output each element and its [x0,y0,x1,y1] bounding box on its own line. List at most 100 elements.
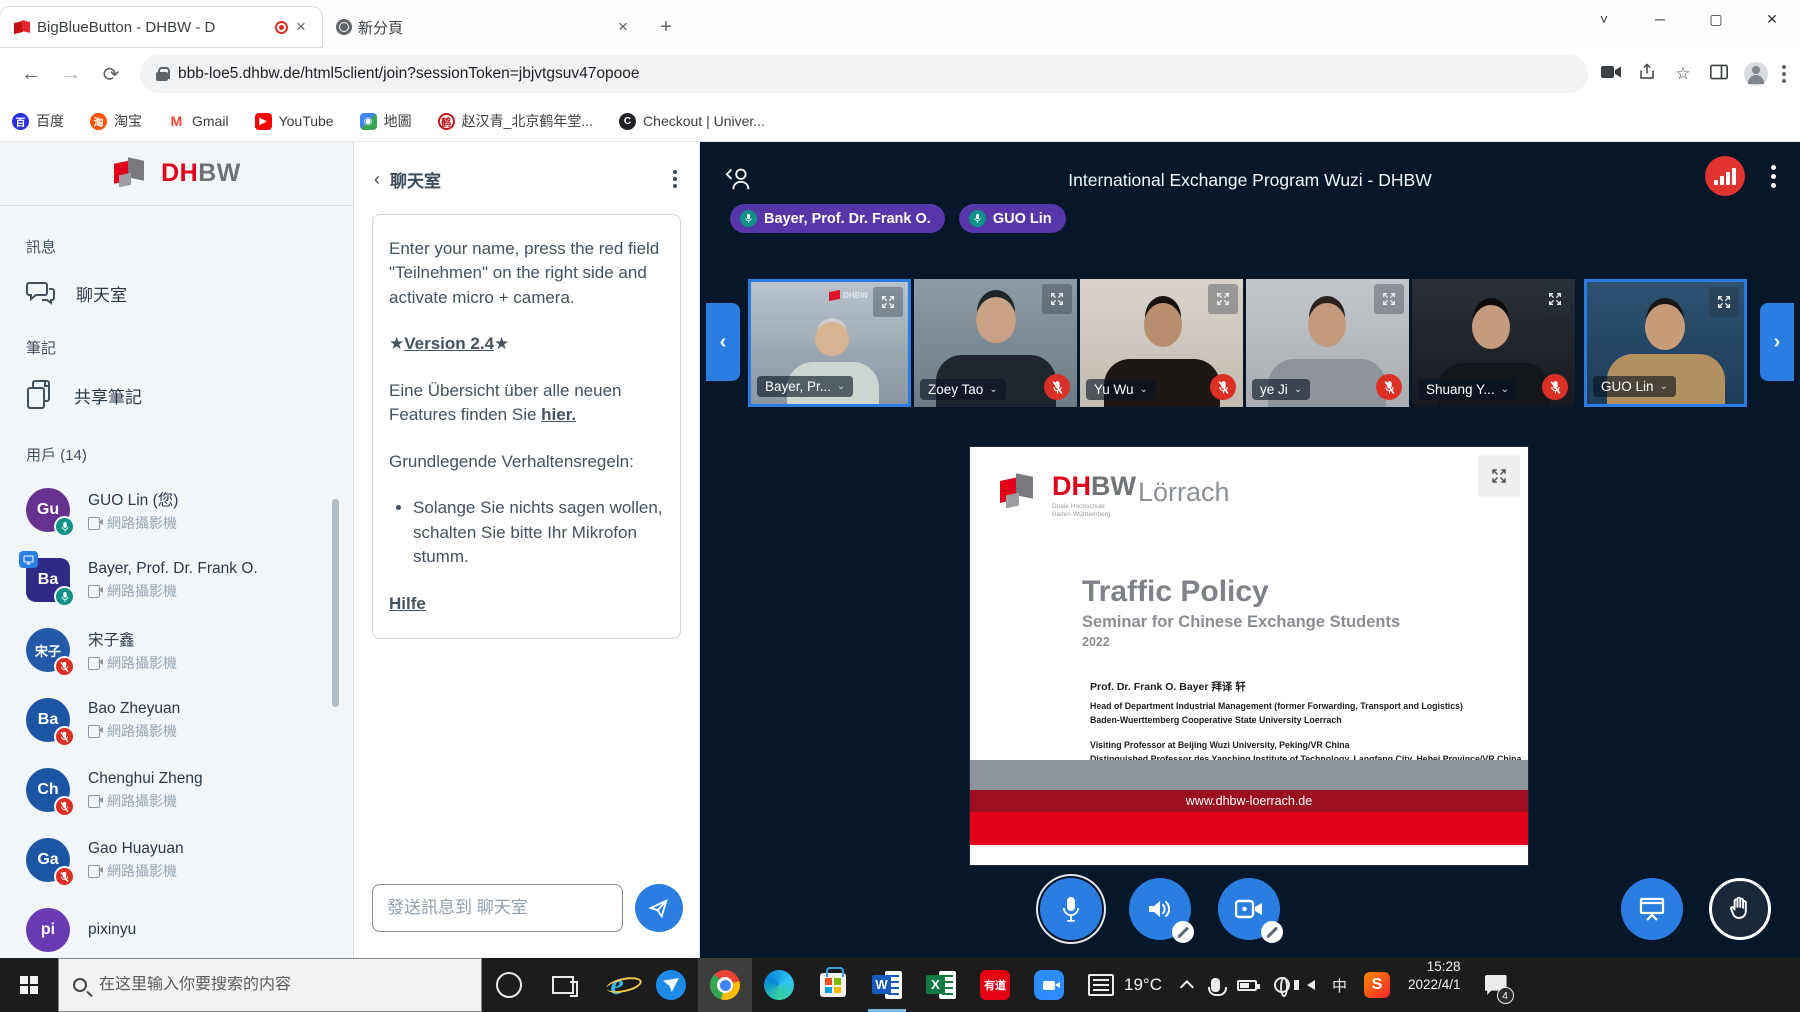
share-icon[interactable] [1636,63,1658,86]
raise-hand-button[interactable] [1709,878,1771,940]
webcam-device-badge-icon[interactable] [1261,921,1283,943]
chat-message-input[interactable] [372,884,623,932]
lock-icon[interactable] [156,67,168,81]
bookmark-baidu[interactable]: 百 百度 [12,111,64,131]
new-tab-button[interactable]: + [652,13,680,41]
presentation-fullscreen-button[interactable] [1478,455,1520,497]
taskbar-search-input[interactable] [99,976,467,994]
action-center-button[interactable]: 4 [1469,958,1523,1012]
bookmark-star-icon[interactable]: ☆ [1672,64,1694,84]
bookmark-gmail[interactable]: M Gmail [168,113,229,130]
video-name-label[interactable]: Zoey Tao⌄ [920,379,1006,400]
internet-explorer-button[interactable]: e [590,958,644,1012]
user-row-pixinyu[interactable]: pi pixinyu [0,895,353,958]
video-tile-shuang-y[interactable]: Shuang Y...⌄ [1412,279,1575,407]
user-row-chenghui-zheng[interactable]: Ch Chenghui Zheng 網路攝影機 [0,755,353,825]
start-button[interactable] [0,958,58,1012]
fullscreen-icon[interactable] [1208,284,1238,314]
tab-bigbluebutton[interactable]: BigBlueButton - DHBW - D × [0,7,322,47]
toggle-userlist-button[interactable] [724,165,754,196]
browser-menu-icon[interactable] [1782,65,1786,83]
network-globe-icon[interactable] [1274,977,1290,993]
sidebar-item-shared-notes[interactable]: 共享筆記 [26,380,353,410]
camera-in-use-icon[interactable] [1600,64,1622,84]
dingtalk-button[interactable] [644,958,698,1012]
tray-microphone-icon[interactable] [1211,978,1220,992]
fullscreen-icon[interactable] [1374,284,1404,314]
excel-button[interactable]: X [914,958,968,1012]
user-row-bayer[interactable]: Ba Bayer, Prof. Dr. Frank O. 網路攝影機 [0,545,353,615]
scroll-videos-left-button[interactable]: ‹ [706,303,740,381]
chat-title[interactable]: 聊天室 [390,167,667,192]
webcam-button[interactable] [1218,878,1280,940]
video-tile-guo-lin[interactable]: GUO Lin⌄ [1584,279,1747,407]
edge-button[interactable] [752,958,806,1012]
sogou-input-icon[interactable]: S [1364,972,1390,998]
audio-button[interactable] [1129,878,1191,940]
fullscreen-icon[interactable] [1042,284,1072,314]
volume-icon[interactable] [1307,980,1315,990]
video-tile-yu-wu[interactable]: Yu Wu⌄ [1080,279,1243,407]
bookmark-youtube[interactable]: ▶ YouTube [255,113,334,130]
forward-button[interactable]: → [54,57,88,91]
video-tile-zoey-tao[interactable]: Zoey Tao⌄ [914,279,1077,407]
reload-button[interactable]: ⟳ [94,57,128,91]
video-name-label[interactable]: Shuang Y...⌄ [1418,379,1517,400]
chat-options-button[interactable] [667,166,683,192]
bookmark-zhaohanqing[interactable]: 鹤 赵汉青_北京鹤年堂... [438,111,593,131]
hier-link[interactable]: hier. [541,405,576,424]
recording-indicator-button[interactable] [1705,156,1745,196]
scroll-videos-right-button[interactable]: › [1760,303,1794,381]
window-close-button[interactable]: ✕ [1744,11,1800,28]
task-view-button[interactable] [536,958,590,1012]
taskbar-search-box[interactable] [58,958,482,1012]
presentation-slide[interactable]: DHBW Duale HochschuleBaden-Württemberg L… [970,447,1528,865]
zoom-button[interactable] [1022,958,1076,1012]
audio-device-badge-icon[interactable] [1172,921,1194,943]
bookmark-taobao[interactable]: 淘 淘宝 [90,111,142,131]
taskbar-clock[interactable]: 15:28 2022/4/1 [1400,958,1469,1012]
video-name-label[interactable]: GUO Lin⌄ [1593,376,1676,397]
bookmark-maps[interactable]: ◉ 地圖 [360,111,412,131]
cortana-button[interactable] [482,958,536,1012]
tab-search-chevron-icon[interactable]: ˅ [1576,11,1632,27]
window-minimize-button[interactable]: ─ [1632,11,1688,27]
fullscreen-icon[interactable] [873,287,903,317]
tab-close-button[interactable]: × [612,16,634,38]
browser-profile-avatar[interactable] [1744,62,1768,86]
fullscreen-icon[interactable] [1540,284,1570,314]
restore-presentation-button[interactable] [1621,878,1683,940]
user-row-bao-zheyuan[interactable]: Ba Bao Zheyuan 網路攝影機 [0,685,353,755]
talking-indicator-bayer[interactable]: Bayer, Prof. Dr. Frank O. [730,204,945,233]
battery-icon[interactable] [1237,980,1257,991]
video-name-label[interactable]: Bayer, Pr...⌄ [757,376,853,397]
ime-language-indicator[interactable]: 中 [1332,975,1347,996]
talking-indicator-guo-lin[interactable]: GUO Lin [959,204,1066,233]
video-tile-bayer[interactable]: DHBW Bayer, Pr...⌄ [748,279,911,407]
video-name-label[interactable]: Yu Wu⌄ [1086,379,1156,400]
address-bar[interactable]: bbb-loe5.dhbw.de/html5client/join?sessio… [140,55,1588,93]
microsoft-store-button[interactable] [806,958,860,1012]
mute-button[interactable] [1040,878,1102,940]
window-maximize-button[interactable]: ▢ [1688,11,1744,28]
user-row-gao-huayuan[interactable]: Ga Gao Huayuan 網路攝影機 [0,825,353,895]
side-panel-icon[interactable] [1708,64,1730,85]
tab-close-button[interactable]: × [290,16,312,38]
options-menu-button[interactable] [1771,165,1776,188]
user-row-guo-lin[interactable]: Gu GUO Lin (您) 網路攝影機 [0,475,353,545]
help-link[interactable]: Hilfe [389,592,664,616]
youdao-button[interactable]: 有道 [968,958,1022,1012]
url-text[interactable]: bbb-loe5.dhbw.de/html5client/join?sessio… [178,65,639,83]
fullscreen-icon[interactable] [1709,287,1739,317]
tab-new-page[interactable]: 新分頁 × [322,7,644,47]
news-weather-widget[interactable]: 19°C [1076,958,1174,1012]
video-tile-ye-ji[interactable]: ye Ji⌄ [1246,279,1409,407]
word-button[interactable]: W [860,958,914,1012]
bookmark-checkout[interactable]: C Checkout | Univer... [619,113,765,130]
send-message-button[interactable] [635,884,683,932]
user-row-songzixin[interactable]: 宋子 宋子鑫 網路攝影機 [0,615,353,685]
tray-expand-chevron-icon[interactable] [1180,980,1194,994]
chrome-button[interactable] [698,958,752,1012]
video-name-label[interactable]: ye Ji⌄ [1252,379,1310,400]
chat-back-chevron-icon[interactable]: ‹ [374,169,380,190]
